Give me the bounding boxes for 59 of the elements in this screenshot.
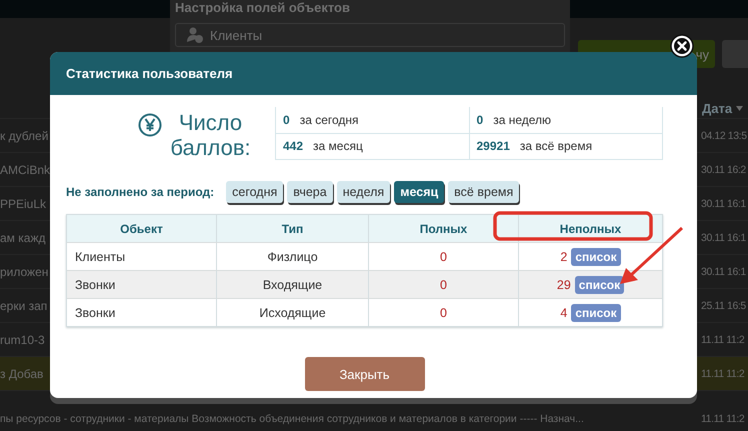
- person-add-icon: [186, 26, 204, 44]
- stat-value: 442: [283, 139, 304, 154]
- column-header: Полных: [368, 215, 518, 242]
- panel-title: Настройка полей объектов: [174, 0, 351, 17]
- stat-label: за месяц: [313, 139, 363, 154]
- list-button[interactable]: список: [574, 276, 624, 294]
- stat-label: за сегодня: [300, 112, 359, 127]
- row-text: ам кажд: [0, 230, 46, 244]
- caret-icon: [736, 106, 744, 111]
- row-date: 04.12 13:5: [701, 130, 748, 142]
- period-button[interactable]: вчера: [287, 181, 333, 203]
- row-text: к дублей: [0, 128, 48, 142]
- stat-label: за неделю: [493, 112, 552, 127]
- table-cell-text: Звонки: [74, 276, 116, 294]
- column-header: Обьект: [119, 220, 164, 238]
- row-date: 11.11 11:2: [701, 368, 746, 380]
- period-button[interactable]: месяц: [394, 181, 444, 203]
- row-text: риложен: [0, 264, 48, 278]
- row-text: ерки зап: [0, 298, 48, 312]
- column-header[interactable]: Дата: [702, 101, 732, 116]
- row-date: 30.11 16:2: [701, 164, 747, 176]
- row-text: пы ресурсов - сотрудники - материалы Возможность объединения сотрудников и материалов в категории ----- Назнач...: [0, 413, 584, 425]
- count-text: 4: [560, 306, 568, 320]
- stat-value: 0: [476, 112, 484, 127]
- row-date: 11.11 11:2: [701, 334, 746, 346]
- table-cell: Исходящие: [216, 299, 368, 326]
- period-button[interactable]: всё время: [448, 181, 520, 203]
- row-date: 25.11 16:5: [701, 300, 747, 312]
- close-icon[interactable]: [670, 34, 694, 58]
- row-date: 11.11 11:2: [701, 413, 746, 425]
- yen-coin-icon: [138, 113, 162, 137]
- period-button[interactable]: неделя: [336, 181, 390, 203]
- column-header: Неполных: [518, 215, 662, 242]
- select-field[interactable]: Клиенты: [175, 23, 565, 47]
- filter-label: Не заполнено за период:: [66, 185, 214, 199]
- stat-value: 29921: [476, 139, 510, 154]
- column-header: Тип: [216, 215, 368, 242]
- period-button[interactable]: сегодня: [226, 181, 284, 203]
- row-date: 30.11 16:1: [701, 198, 747, 210]
- row-text: PPEiuLk: [0, 196, 46, 210]
- table-cell: Входящие: [216, 271, 368, 298]
- row-text: з Добав: [0, 366, 44, 380]
- row-date: 30.11 16:1: [701, 266, 747, 278]
- count-text: 2: [560, 250, 568, 264]
- row-text: AMCiBnk: [0, 162, 50, 176]
- row-text: rum10-3: [0, 332, 45, 346]
- list-button[interactable]: список: [571, 304, 621, 322]
- dialog-title: Статистика пользователя: [66, 66, 233, 81]
- stat-label: за всё время: [520, 139, 592, 154]
- row-date: 30.11 16:1: [701, 232, 747, 244]
- score-label: Число баллов:: [169, 110, 252, 160]
- table-cell-text: Звонки: [74, 304, 116, 322]
- list-button[interactable]: список: [571, 248, 621, 266]
- count-text: 29: [556, 278, 571, 292]
- close-button[interactable]: Закрыть: [304, 357, 424, 391]
- table-cell: 0: [368, 271, 518, 298]
- table-cell: 0: [368, 299, 518, 326]
- table-cell-text: Клиенты: [74, 248, 126, 266]
- stat-value: 0: [283, 112, 290, 127]
